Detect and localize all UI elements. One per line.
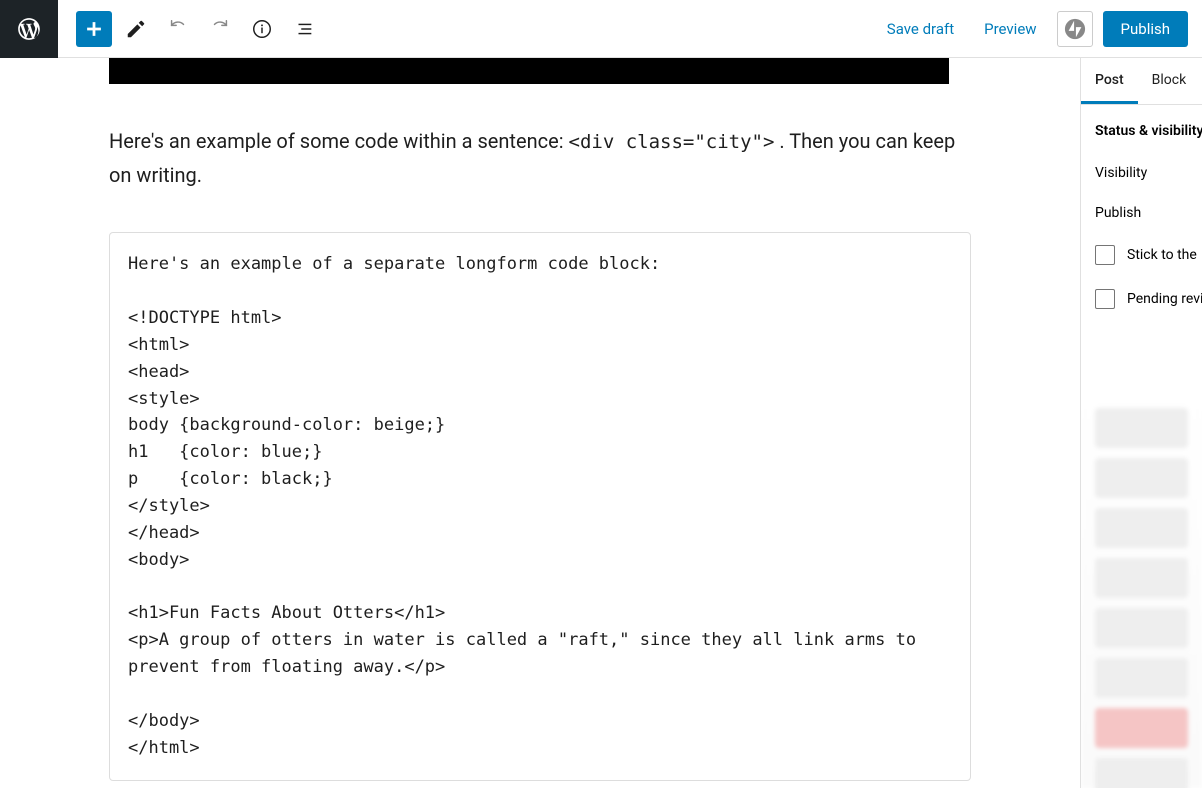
publish-row[interactable]: Publish	[1081, 193, 1202, 233]
wordpress-icon	[16, 16, 42, 42]
info-icon	[251, 18, 273, 40]
toolbar-left	[58, 11, 322, 47]
main-area: Here's an example of some code within a …	[0, 58, 1202, 788]
plus-icon	[83, 18, 105, 40]
visibility-row[interactable]: Visibility	[1081, 153, 1202, 193]
redo-button[interactable]	[202, 11, 238, 47]
tab-block[interactable]: Block	[1138, 58, 1201, 104]
toolbar-right: Save draft Preview Publish	[877, 11, 1202, 47]
tab-post[interactable]: Post	[1081, 58, 1138, 104]
blurred-panels	[1081, 398, 1202, 788]
preview-button[interactable]: Preview	[974, 12, 1046, 46]
stick-label: Stick to the	[1127, 247, 1197, 263]
add-block-button[interactable]	[76, 11, 112, 47]
sidebar-tabs: Post Block	[1081, 58, 1202, 105]
info-button[interactable]	[244, 11, 280, 47]
paragraph-block[interactable]: Here's an example of some code within a …	[109, 124, 971, 192]
list-icon	[293, 18, 315, 40]
save-draft-button[interactable]: Save draft	[877, 12, 964, 46]
undo-icon	[167, 18, 189, 40]
inline-code: <div class="city">	[569, 131, 775, 153]
settings-sidebar: Post Block Status & visibility Visibilit…	[1080, 58, 1202, 788]
code-block[interactable]: Here's an example of a separate longform…	[109, 232, 971, 780]
publish-button[interactable]: Publish	[1103, 11, 1188, 47]
outline-button[interactable]	[286, 11, 322, 47]
panel-status-visibility[interactable]: Status & visibility	[1081, 105, 1202, 153]
editor-canvas[interactable]: Here's an example of some code within a …	[0, 58, 1080, 788]
wordpress-logo[interactable]	[0, 0, 58, 58]
stick-checkbox[interactable]	[1095, 245, 1115, 265]
pending-review-row[interactable]: Pending revi	[1081, 277, 1202, 321]
edit-tool-button[interactable]	[118, 11, 154, 47]
undo-button[interactable]	[160, 11, 196, 47]
jetpack-icon	[1064, 18, 1086, 40]
pencil-icon	[125, 18, 147, 40]
block-dark-bar[interactable]	[109, 58, 949, 84]
pending-label: Pending revi	[1127, 291, 1202, 307]
pending-checkbox[interactable]	[1095, 289, 1115, 309]
paragraph-text-before: Here's an example of some code within a …	[109, 129, 569, 153]
redo-icon	[209, 18, 231, 40]
top-toolbar: Save draft Preview Publish	[0, 0, 1202, 58]
jetpack-button[interactable]	[1057, 11, 1093, 47]
stick-to-top-row[interactable]: Stick to the	[1081, 233, 1202, 277]
